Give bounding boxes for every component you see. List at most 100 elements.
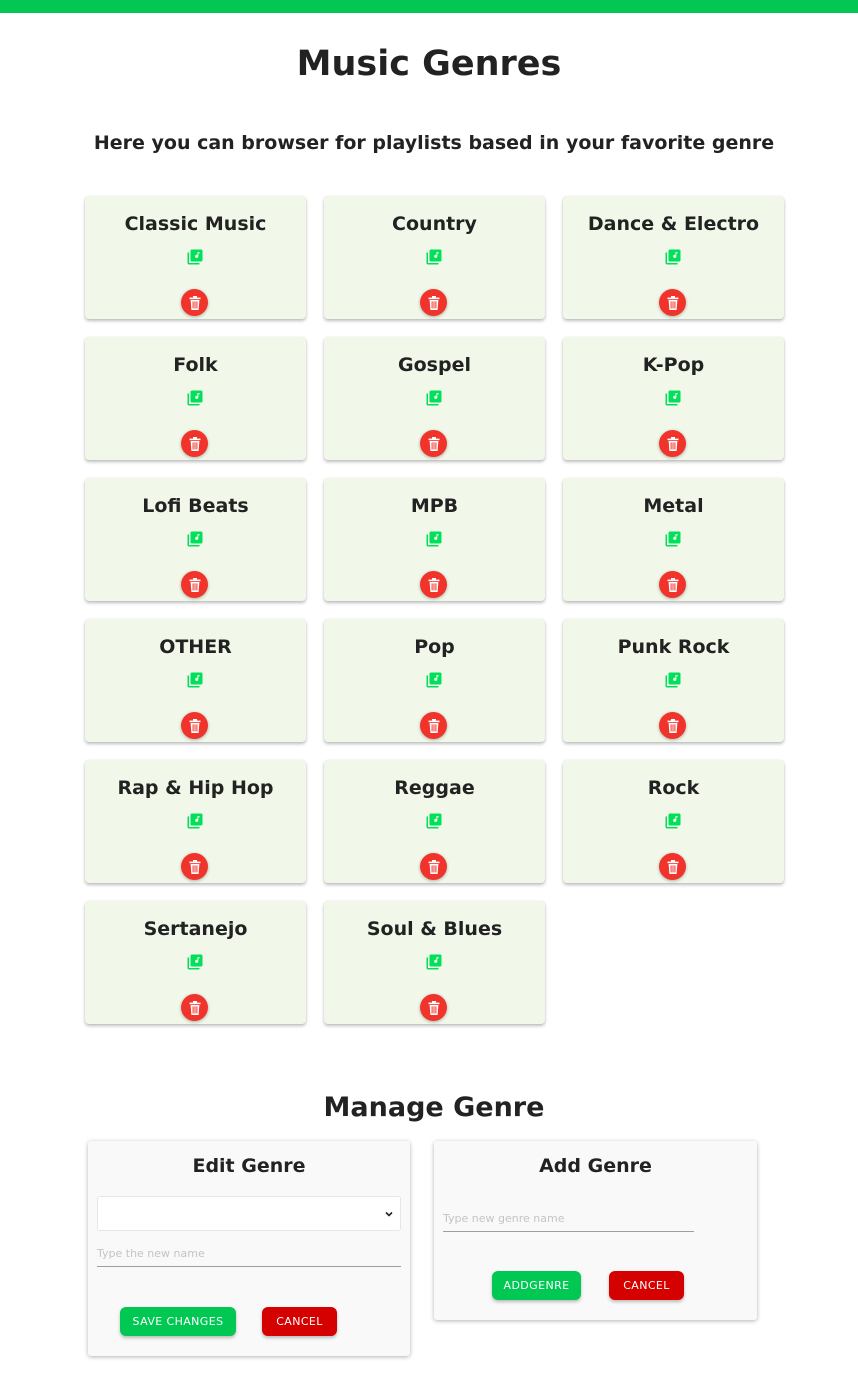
page-subtitle: Here you can browser for playlists based…	[93, 132, 775, 154]
delete-genre-button[interactable]	[181, 289, 208, 316]
trash-icon	[667, 577, 679, 592]
genre-card[interactable]: Sertanejo	[85, 901, 306, 1024]
edit-genre-title: Edit Genre	[192, 1155, 306, 1177]
delete-genre-button[interactable]	[659, 571, 686, 598]
genre-name: OTHER	[159, 636, 232, 658]
genre-card[interactable]: OTHER	[85, 619, 306, 742]
new-genre-input[interactable]	[443, 1206, 694, 1232]
page-title: Music Genres	[296, 44, 562, 84]
genre-card[interactable]: Dance & Electro	[563, 196, 784, 319]
genre-card[interactable]: Lofi Beats	[85, 478, 306, 601]
delete-genre-button[interactable]	[420, 994, 447, 1021]
genre-name: Soul & Blues	[366, 918, 503, 940]
genre-name: Reggae	[394, 777, 475, 799]
genre-card[interactable]: Rap & Hip Hop	[85, 760, 306, 883]
trash-icon	[667, 859, 679, 874]
trash-icon	[428, 859, 440, 874]
edit-genre-panel: Edit Genre SAVE CHANGES CANCEL	[88, 1141, 410, 1356]
playlist-music-icon[interactable]	[186, 389, 204, 407]
genre-card[interactable]: Pop	[324, 619, 545, 742]
genre-name: Lofi Beats	[142, 495, 249, 517]
trash-icon	[428, 1000, 440, 1015]
add-genre-button[interactable]: ADDGENRE	[492, 1271, 581, 1300]
genre-card[interactable]: Country	[324, 196, 545, 319]
trash-icon	[189, 718, 201, 733]
genre-name: MPB	[410, 495, 459, 517]
genre-grid: Classic Music Country Dance & Electro Fo…	[85, 196, 785, 1024]
edit-cancel-button[interactable]: CANCEL	[262, 1307, 337, 1336]
genre-card[interactable]: Classic Music	[85, 196, 306, 319]
delete-genre-button[interactable]	[659, 712, 686, 739]
genre-name: Classic Music	[124, 213, 267, 235]
delete-genre-button[interactable]	[420, 289, 447, 316]
genre-name: Metal	[643, 495, 704, 517]
playlist-music-icon[interactable]	[664, 389, 682, 407]
trash-icon	[667, 436, 679, 451]
trash-icon	[189, 859, 201, 874]
add-cancel-button[interactable]: CANCEL	[609, 1271, 684, 1300]
chevron-down-icon	[385, 1211, 393, 1217]
delete-genre-button[interactable]	[420, 571, 447, 598]
genre-card[interactable]: MPB	[324, 478, 545, 601]
genre-name: Punk Rock	[617, 636, 730, 658]
delete-genre-button[interactable]	[420, 712, 447, 739]
delete-genre-button[interactable]	[659, 289, 686, 316]
trash-icon	[189, 577, 201, 592]
delete-genre-button[interactable]	[181, 994, 208, 1021]
genre-card[interactable]: Rock	[563, 760, 784, 883]
playlist-music-icon[interactable]	[186, 530, 204, 548]
add-genre-panel: Add Genre ADDGENRE CANCEL	[434, 1141, 757, 1320]
playlist-music-icon[interactable]	[664, 812, 682, 830]
playlist-music-icon[interactable]	[186, 671, 204, 689]
trash-icon	[428, 295, 440, 310]
genre-name: Rock	[647, 777, 700, 799]
trash-icon	[189, 295, 201, 310]
new-name-input[interactable]	[97, 1241, 401, 1267]
genre-card[interactable]: Soul & Blues	[324, 901, 545, 1024]
trash-icon	[667, 718, 679, 733]
genre-name: Country	[392, 213, 477, 235]
playlist-music-icon[interactable]	[425, 248, 443, 266]
top-accent-bar	[0, 0, 858, 13]
delete-genre-button[interactable]	[181, 853, 208, 880]
genre-card[interactable]: Gospel	[324, 337, 545, 460]
delete-genre-button[interactable]	[659, 430, 686, 457]
genre-select[interactable]	[97, 1196, 401, 1231]
genre-card[interactable]: Reggae	[324, 760, 545, 883]
playlist-music-icon[interactable]	[425, 389, 443, 407]
playlist-music-icon[interactable]	[425, 812, 443, 830]
playlist-music-icon[interactable]	[425, 953, 443, 971]
delete-genre-button[interactable]	[659, 853, 686, 880]
genre-name: Gospel	[398, 354, 471, 376]
playlist-music-icon[interactable]	[664, 248, 682, 266]
delete-genre-button[interactable]	[181, 712, 208, 739]
trash-icon	[667, 295, 679, 310]
add-genre-title: Add Genre	[539, 1155, 652, 1177]
save-changes-button[interactable]: SAVE CHANGES	[120, 1307, 236, 1336]
delete-genre-button[interactable]	[181, 571, 208, 598]
genre-card[interactable]: Metal	[563, 478, 784, 601]
genre-name: Dance & Electro	[587, 213, 760, 235]
trash-icon	[428, 718, 440, 733]
genre-name: Sertanejo	[143, 918, 248, 940]
delete-genre-button[interactable]	[420, 430, 447, 457]
playlist-music-icon[interactable]	[664, 530, 682, 548]
playlist-music-icon[interactable]	[186, 812, 204, 830]
playlist-music-icon[interactable]	[186, 248, 204, 266]
genre-card[interactable]: Folk	[85, 337, 306, 460]
genre-card[interactable]: K-Pop	[563, 337, 784, 460]
trash-icon	[428, 577, 440, 592]
genre-name: K-Pop	[642, 354, 705, 376]
genre-name: Rap & Hip Hop	[117, 777, 274, 799]
playlist-music-icon[interactable]	[425, 671, 443, 689]
playlist-music-icon[interactable]	[664, 671, 682, 689]
trash-icon	[189, 436, 201, 451]
delete-genre-button[interactable]	[181, 430, 208, 457]
delete-genre-button[interactable]	[420, 853, 447, 880]
playlist-music-icon[interactable]	[425, 530, 443, 548]
genre-name: Folk	[173, 354, 218, 376]
genre-card[interactable]: Punk Rock	[563, 619, 784, 742]
genre-name: Pop	[414, 636, 455, 658]
playlist-music-icon[interactable]	[186, 953, 204, 971]
trash-icon	[189, 1000, 201, 1015]
